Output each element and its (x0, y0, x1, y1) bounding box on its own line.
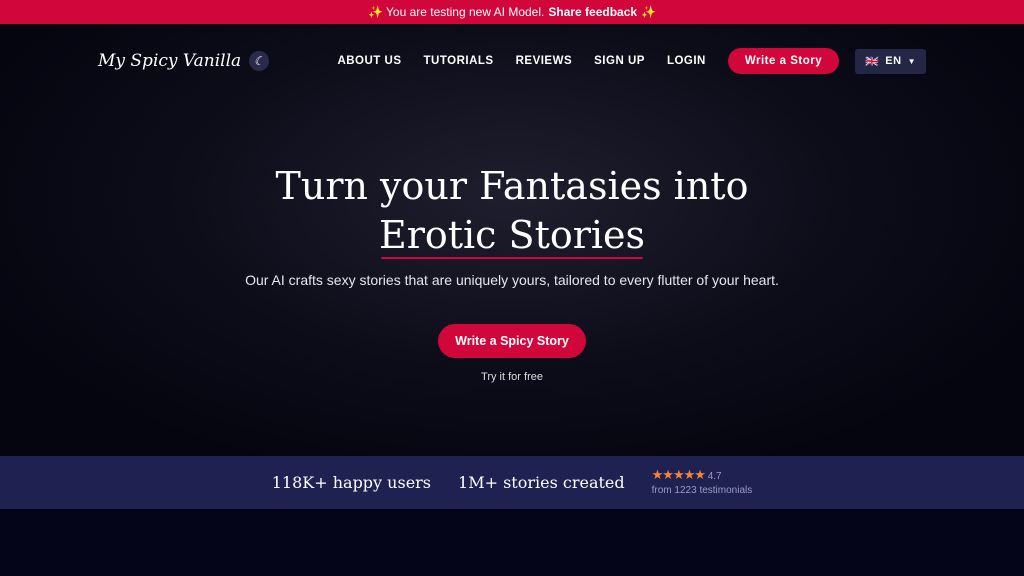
write-story-button[interactable]: Write a Story (727, 48, 840, 74)
hero-subtitle: Our AI crafts sexy stories that are uniq… (245, 272, 779, 288)
language-label: EN (885, 55, 902, 67)
banner-text: ✨ You are testing new AI Model. (367, 5, 545, 19)
rating-value: 4.7 (707, 470, 722, 482)
caret-down-icon: ▼ (907, 56, 916, 66)
stories-stat: 1M+ stories created (458, 473, 625, 492)
language-select[interactable]: 🇬🇧 EN ▼ (855, 48, 926, 74)
share-feedback-link[interactable]: Share feedback (548, 5, 637, 19)
rating: ★★★★★ 4.7 from 1223 testimonials (651, 466, 753, 498)
title-underline (381, 257, 643, 259)
logo-text: My Spicy Vanilla (98, 51, 242, 71)
sparkle-icon: ✨ (641, 5, 657, 19)
logo[interactable]: My Spicy Vanilla ☾ (98, 51, 270, 71)
stats-bar: 118K+ happy users 1M+ stories created ★★… (0, 456, 1024, 509)
users-stat: 118K+ happy users (271, 473, 432, 492)
navbar: My Spicy Vanilla ☾ ABOUT US TUTORIALS REV… (0, 24, 1024, 98)
write-spicy-story-button[interactable]: Write a Spicy Story (438, 324, 586, 358)
hero-title: Turn your Fantasies into Erotic Stories (0, 162, 1024, 260)
nav-login[interactable]: LOGIN (667, 55, 706, 67)
nav-reviews[interactable]: REVIEWS (516, 55, 573, 67)
title-line-1: Turn your Fantasies into (275, 164, 749, 208)
testimonials-count: from 1223 testimonials (651, 484, 753, 496)
nav-tutorials[interactable]: TUTORIALS (424, 55, 494, 67)
free-note: Try it for free (481, 371, 543, 383)
uk-flag-icon: 🇬🇧 (865, 55, 880, 68)
announcement-banner: ✨ You are testing new AI Model. Share fee… (0, 0, 1024, 24)
star-icons: ★★★★★ (651, 466, 706, 482)
title-line-2: Erotic Stories (378, 213, 646, 257)
moon-icon[interactable]: ☾ (249, 51, 270, 71)
nav-about-us[interactable]: ABOUT US (337, 55, 401, 67)
nav-sign-up[interactable]: SIGN UP (594, 55, 645, 67)
